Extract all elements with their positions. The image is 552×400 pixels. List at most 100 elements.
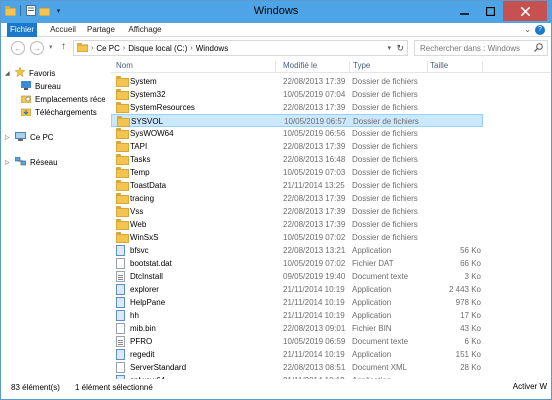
nav-favorites-label: Favoris <box>29 68 56 78</box>
nav-item-emplacements-recents[interactable]: Emplacements réce <box>20 93 105 105</box>
column-header-size[interactable]: Taille <box>425 61 483 72</box>
file-row[interactable]: mib.bin 22/08/2013 09:01 Fichier BIN 43 Ko <box>111 322 483 335</box>
breadcrumb-windows[interactable]: Windows <box>196 44 228 53</box>
folder-row[interactable]: TAPI 22/08/2013 17:39 Dossier de fichiers <box>111 140 483 153</box>
folder-icon <box>116 219 129 230</box>
file-row[interactable]: bfsvc 22/08/2013 13:21 Application 56 Ko <box>111 244 483 257</box>
file-name: SystemResources <box>130 103 195 112</box>
back-button[interactable]: ← <box>11 41 25 55</box>
explorer-window: ▾ Windows Fichier Accueil Partage Affich… <box>0 0 552 400</box>
status-bar: 83 élément(s) 1 élément sélectionné Acti… <box>1 379 551 399</box>
file-type: Dossier de fichiers <box>352 181 418 190</box>
folder-icon <box>116 154 129 165</box>
file-name: regedit <box>130 350 155 359</box>
folder-row[interactable]: System 22/08/2013 17:39 Dossier de fichier… <box>111 75 483 88</box>
network-icon <box>14 156 27 168</box>
file-date: 09/05/2019 19:40 <box>283 272 346 281</box>
folder-row[interactable]: ToastData 21/11/2014 13:25 Dossier de fich… <box>111 179 483 192</box>
search-icon[interactable] <box>534 43 543 54</box>
folder-row[interactable]: Vss 22/08/2013 17:39 Dossier de fichiers <box>111 205 483 218</box>
file-date: 22/08/2013 17:39 <box>283 103 346 112</box>
folder-row[interactable]: SysWOW64 10/05/2019 06:56 Dossier de fichi… <box>111 127 483 140</box>
column-header-name[interactable]: Nom <box>111 61 276 72</box>
chevron-right-icon[interactable]: › <box>190 45 192 52</box>
tab-fichier[interactable]: Fichier <box>7 23 37 37</box>
ribbon-tabs: Fichier Accueil Partage Affichage ⌄ ? <box>1 23 551 37</box>
folder-row[interactable]: SYSVOL 10/05/2019 06:57 Dossier de fichier… <box>111 114 483 127</box>
column-header-type[interactable]: Type <box>348 61 428 72</box>
file-date: 22/08/2013 17:39 <box>283 142 346 151</box>
folder-row[interactable]: System32 10/05/2019 07:04 Dossier de fichi… <box>111 88 483 101</box>
file-type: Dossier de fichiers <box>352 142 418 151</box>
expand-icon[interactable]: ▷ <box>5 159 11 166</box>
chevron-right-icon[interactable]: › <box>91 45 93 52</box>
file-type: Document texte <box>352 272 409 281</box>
file-row[interactable]: ServerStandard 22/08/2013 08:51 Document X… <box>111 361 483 374</box>
up-button[interactable]: ↑ <box>61 41 66 52</box>
file-name: TAPI <box>130 142 148 151</box>
folder-row[interactable]: Tasks 22/08/2013 16:48 Dossier de fichiers <box>111 153 483 166</box>
file-row[interactable]: HelpPane 21/11/2014 10:19 Application 978 K… <box>111 296 483 309</box>
breadcrumb-ce-pc[interactable]: Ce PC <box>96 44 120 53</box>
file-date: 22/08/2013 17:39 <box>283 220 346 229</box>
file-date: 10/05/2019 07:02 <box>283 233 346 242</box>
file-date: 21/11/2014 13:25 <box>283 181 345 190</box>
file-name: tracing <box>130 194 155 203</box>
column-header-date[interactable]: Modifié le <box>278 61 350 72</box>
nav-item-bureau[interactable]: Bureau <box>21 80 61 92</box>
file-row[interactable]: regedit 21/11/2014 10:19 Application 151 Ko <box>111 348 483 361</box>
file-name: Vss <box>130 207 144 216</box>
file-date: 10/05/2019 07:04 <box>283 90 346 99</box>
file-name: ServerStandard <box>130 363 187 372</box>
file-size: 17 Ko <box>460 311 481 320</box>
file-size: 66 Ko <box>460 259 481 268</box>
file-date: 21/11/2014 10:19 <box>283 350 345 359</box>
file-name: Temp <box>130 168 150 177</box>
help-icon[interactable]: ? <box>535 25 545 35</box>
file-size: 978 Ko <box>455 298 481 307</box>
file-row[interactable]: hh 21/11/2014 10:19 Application 17 Ko <box>111 309 483 322</box>
folder-icon <box>116 232 129 243</box>
recent-locations-icon[interactable]: ▾ <box>49 43 53 51</box>
chevron-right-icon[interactable]: › <box>123 45 125 52</box>
navigation-bar: ← → ▾ ↑ › Ce PC › Disque local (C:) › Wi… <box>1 38 551 58</box>
file-date: 22/08/2013 17:39 <box>283 207 346 216</box>
folder-row[interactable]: WinSxS 10/05/2019 07:02 Dossier de fichier… <box>111 231 483 244</box>
folder-icon <box>116 180 129 191</box>
nav-ce-pc[interactable]: ▷ Ce PC <box>5 131 54 143</box>
close-button[interactable] <box>503 1 547 21</box>
file-row[interactable]: bootstat.dat 10/05/2019 07:02 Fichier DAT 6… <box>111 257 483 270</box>
folder-row[interactable]: Web 22/08/2013 17:39 Dossier de fichiers <box>111 218 483 231</box>
folder-row[interactable]: Temp 10/05/2019 07:03 Dossier de fichiers <box>111 166 483 179</box>
file-date: 10/05/2019 07:02 <box>283 259 346 268</box>
nav-reseau[interactable]: ▷ Réseau <box>5 156 58 168</box>
tab-partage[interactable]: Partage <box>83 23 119 37</box>
column-headers: ⌃ Nom Modifié le Type Taille <box>111 59 551 73</box>
file-row[interactable]: PFRO 10/05/2019 06:59 Document texte 6 Ko <box>111 335 483 348</box>
expand-ribbon-icon[interactable]: ⌄ <box>524 25 531 34</box>
nav-item-telechargements[interactable]: Téléchargements <box>20 106 97 118</box>
collapse-icon[interactable]: ◢ <box>5 70 11 77</box>
file-row[interactable]: explorer 21/11/2014 10:19 Application 2 443… <box>111 283 483 296</box>
nav-favorites[interactable]: ◢ Favoris <box>5 66 56 79</box>
address-dropdown-icon[interactable]: ▾ <box>387 44 391 52</box>
file-row[interactable]: DtcInstall 09/05/2019 19:40 Document texte… <box>111 270 483 283</box>
breadcrumb-disque-local[interactable]: Disque local (C:) <box>128 44 187 53</box>
folder-row[interactable]: tracing 22/08/2013 17:39 Dossier de fichie… <box>111 192 483 205</box>
file-name: explorer <box>130 285 159 294</box>
forward-button[interactable]: → <box>30 41 44 55</box>
maximize-button[interactable] <box>477 1 503 21</box>
tab-affichage[interactable]: Affichage <box>123 23 167 37</box>
title-bar[interactable]: ▾ Windows <box>1 1 551 23</box>
refresh-icon[interactable]: ↻ <box>396 43 404 54</box>
address-bar[interactable]: › Ce PC › Disque local (C:) › Windows ▾ … <box>73 40 408 56</box>
folder-row[interactable]: SystemResources 22/08/2013 17:39 Dossier d… <box>111 101 483 114</box>
file-size: 151 Ko <box>455 350 481 359</box>
expand-icon[interactable]: ▷ <box>5 134 11 141</box>
file-name: DtcInstall <box>130 272 163 281</box>
minimize-button[interactable] <box>451 1 477 21</box>
search-input[interactable] <box>415 41 525 55</box>
file-type: Dossier de fichiers <box>352 90 418 99</box>
tab-accueil[interactable]: Accueil <box>45 23 81 37</box>
search-box[interactable] <box>414 40 548 56</box>
